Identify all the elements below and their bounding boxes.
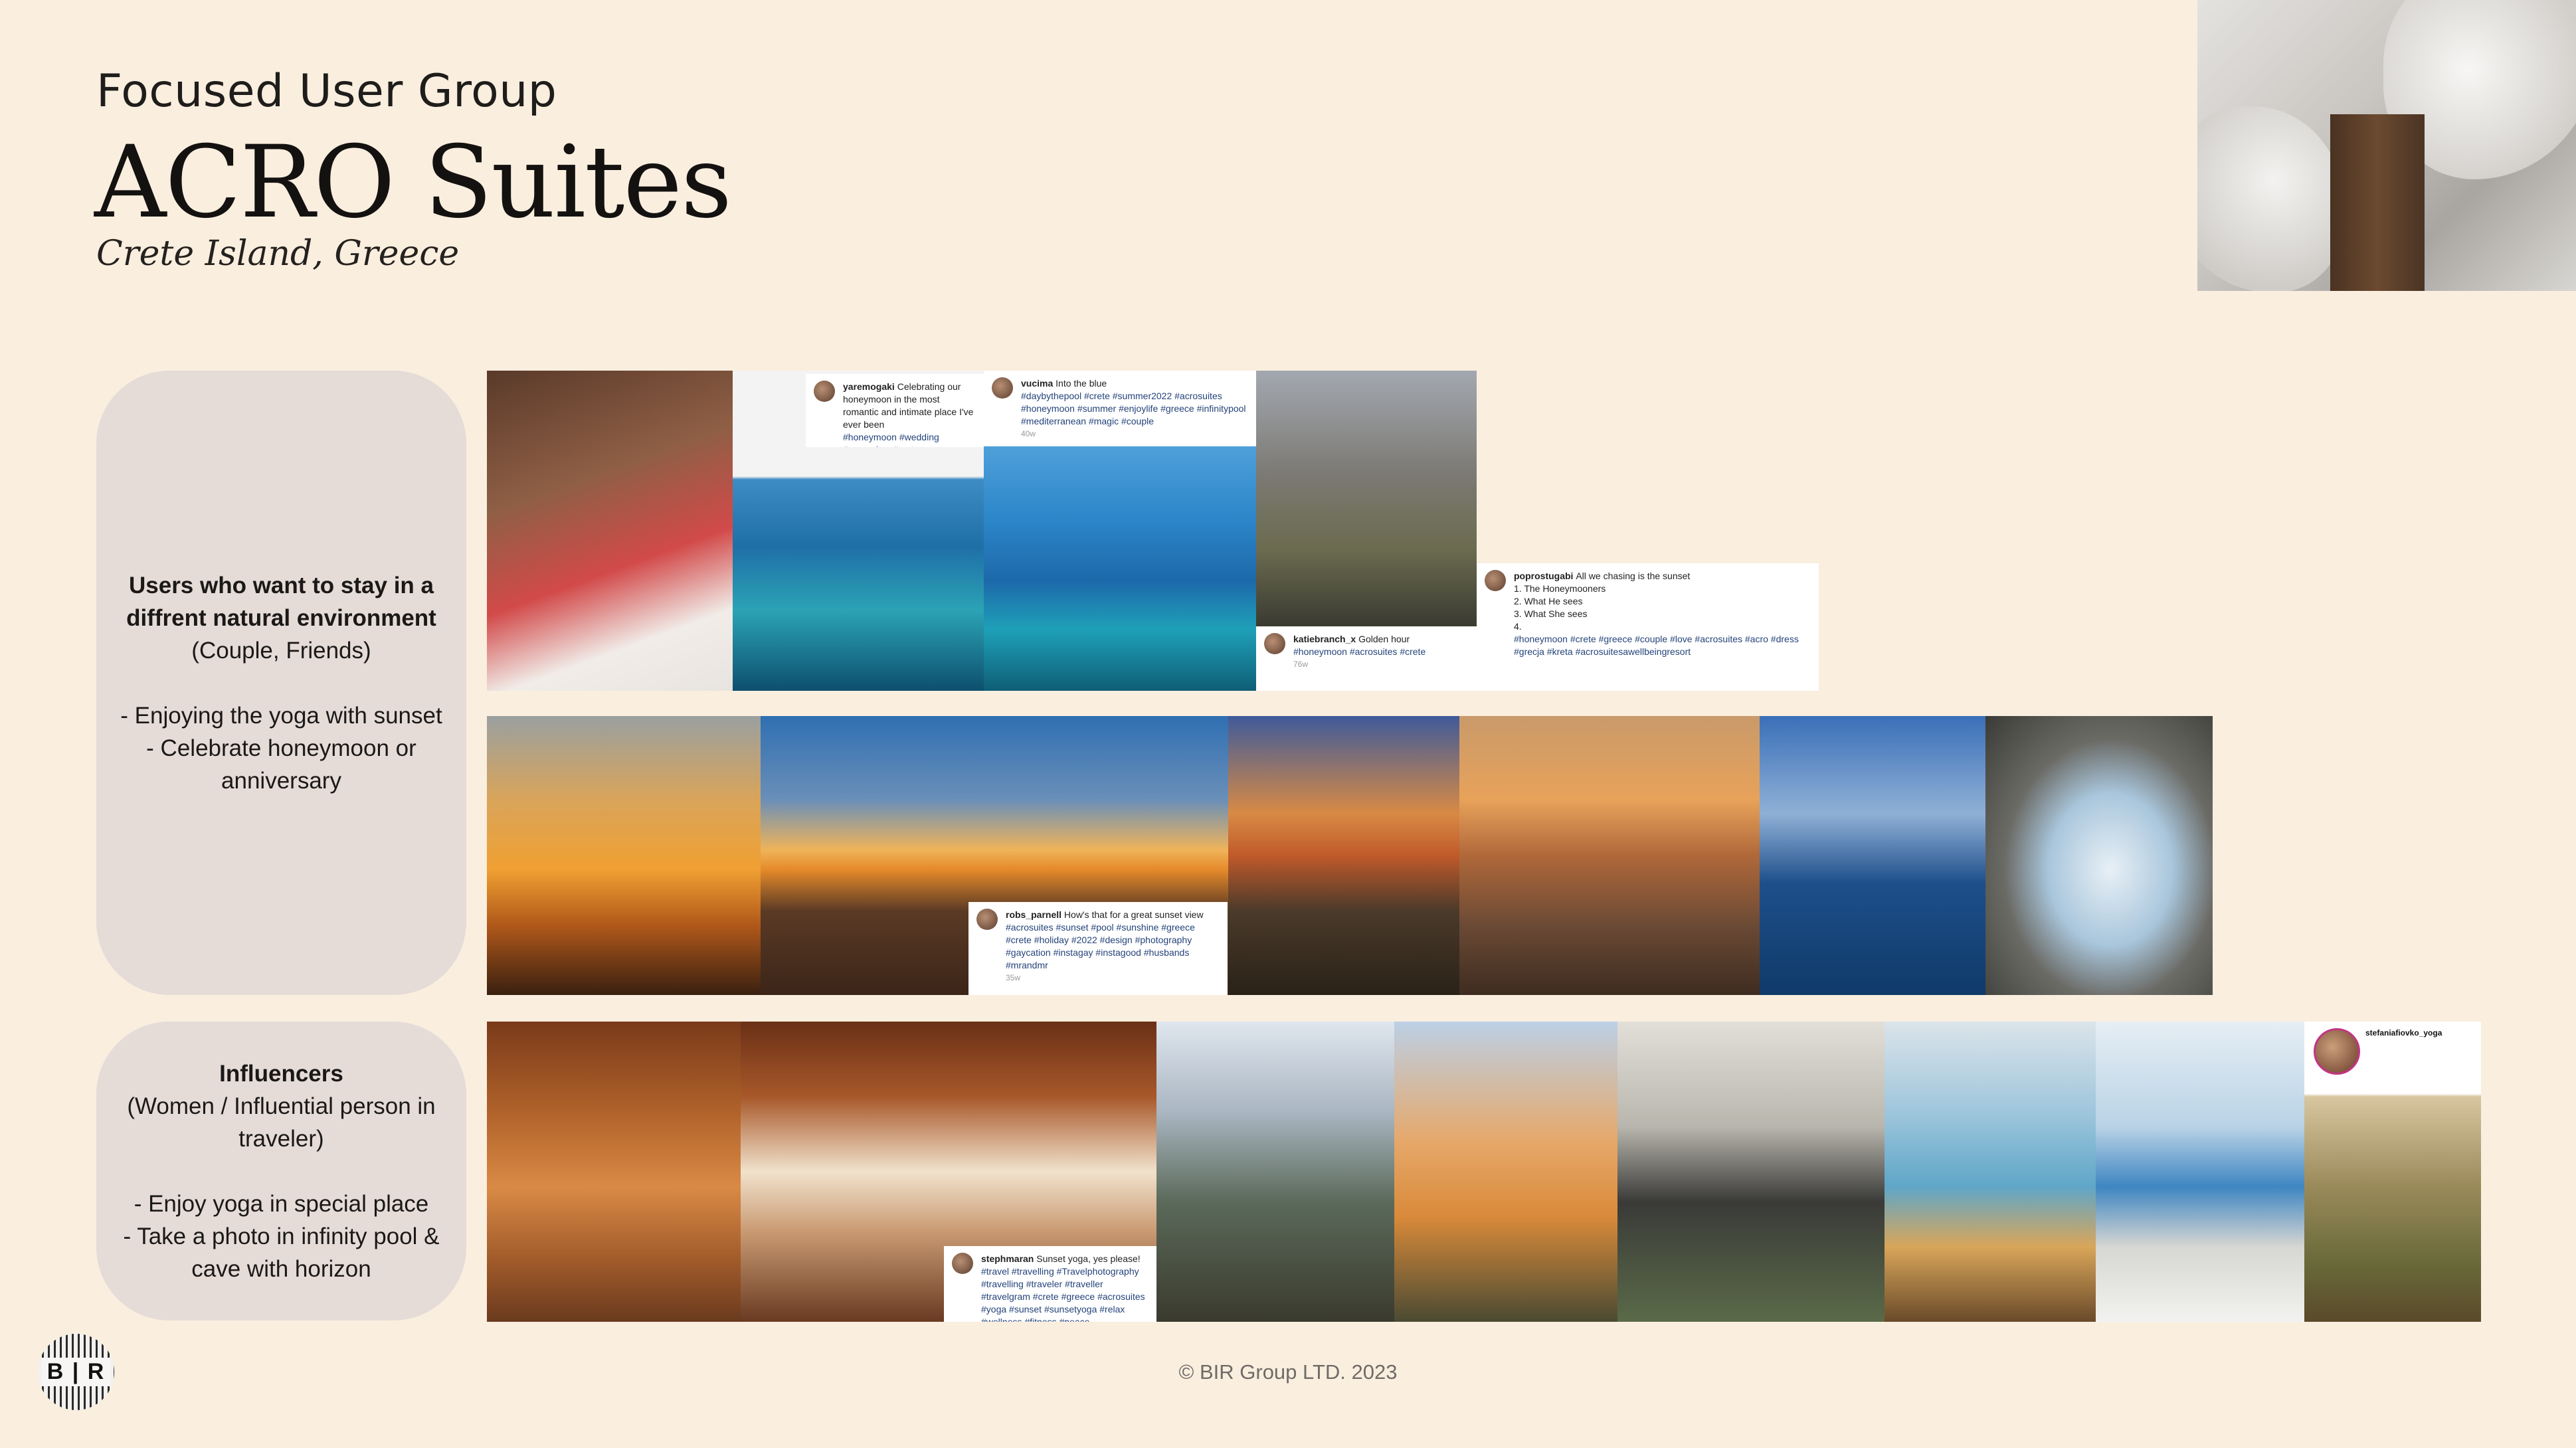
group-subheading: (Couple, Friends) — [191, 637, 371, 664]
page-title: ACRO Suites — [94, 125, 732, 240]
group-heading-line: Influencers — [219, 1060, 343, 1087]
instagram-post-caption: yaremogaki Celebrating our honeymoon in … — [806, 374, 984, 447]
group-heading-line: Users who want to stay in a — [128, 572, 434, 598]
influencer-terrace-photo — [1156, 1022, 1394, 1322]
influencer-pool-edge-photo — [2096, 1022, 2304, 1322]
group-point: - Enjoy yoga in special place — [134, 1190, 429, 1217]
logo-text: B | R — [41, 1358, 111, 1386]
group-point: - Celebrate honeymoon or — [146, 735, 416, 761]
group-point: cave with horizon — [191, 1255, 371, 1282]
couple-sunset-photo — [1228, 716, 1459, 995]
group-heading-line: diffrent natural environment — [126, 604, 436, 631]
couple-mirror-photo — [1256, 371, 1477, 626]
influencer-profile-photo: stefaniafiovko_yoga — [2304, 1022, 2481, 1322]
couple-selfie-photo — [487, 371, 733, 691]
influencer-breakfast-photo — [1885, 1022, 2096, 1322]
sunset-lounge-photo — [1459, 716, 1760, 995]
instagram-post-caption: robs_parnell How's that for a great suns… — [968, 902, 1228, 995]
section-subtitle: Focused User Group — [96, 65, 557, 118]
user-group-influencers-panel: Influencers (Women / Influential person … — [96, 1022, 466, 1320]
cave-pool-photo — [1985, 716, 2213, 995]
instagram-post-caption: vucima Into the blue #daybythepool #cret… — [984, 371, 1256, 446]
influencer-yoga-duo-photo — [1617, 1022, 1885, 1322]
group-point: - Enjoying the yoga with sunset — [120, 702, 442, 729]
instagram-post-caption: katiebranch_x Golden hour #honeymoon #ac… — [1256, 626, 1477, 691]
location-subtitle: Crete Island, Greece — [96, 234, 460, 274]
company-logo: B | R — [38, 1334, 114, 1410]
copyright-footer: © BIR Group LTD. 2023 — [1178, 1360, 1398, 1384]
group-subheading: traveler) — [238, 1125, 324, 1152]
pool-view-photo — [984, 446, 1256, 691]
group-point: - Take a photo in infinity pool & — [123, 1223, 440, 1249]
group-point: anniversary — [221, 767, 341, 794]
sunset-yoga-photo — [487, 716, 761, 995]
influencer-dress-photo — [1394, 1022, 1617, 1322]
hotel-interior-photo — [2197, 0, 2576, 291]
user-group-couples-panel: Users who want to stay in a diffrent nat… — [96, 371, 466, 995]
instagram-post-caption: stephmaran Sunset yoga, yes please! #tra… — [944, 1246, 1156, 1322]
group-subheading: (Women / Influential person in — [127, 1093, 436, 1119]
pool-silhouette-photo — [1760, 716, 1985, 995]
yoga-dome-photo — [487, 1022, 741, 1322]
instagram-post-caption: poprostugabi All we chasing is the sunse… — [1477, 563, 1819, 691]
